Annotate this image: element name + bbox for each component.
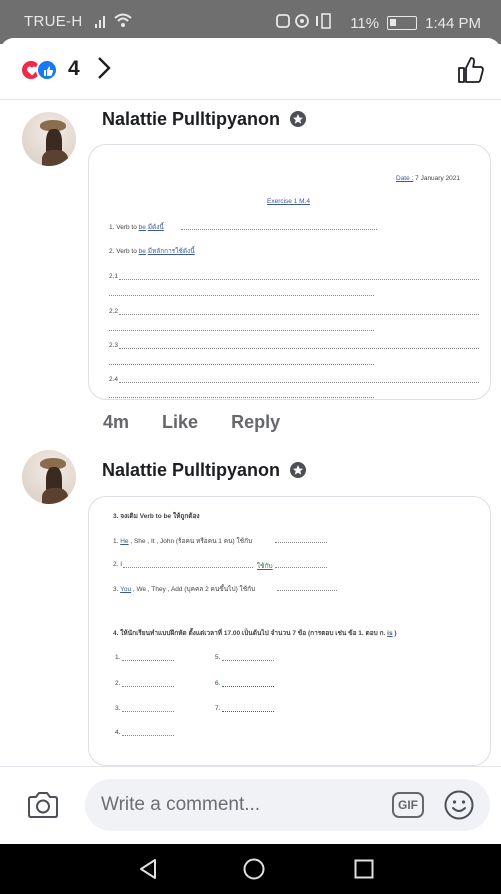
attached-image[interactable]: Date : 7 January 2021 Exercise 1 M.4 1. … <box>88 144 491 400</box>
reactions-summary[interactable] <box>20 59 64 81</box>
doc-n6: 6. <box>215 680 221 687</box>
doc-item-2: 2. Verb to be มีหลักการใช้ดังนี้ <box>109 248 195 255</box>
doc-n1: 1. <box>115 654 121 661</box>
attached-image[interactable]: 3. จงเติม Verb to be ให้ถูกต้อง 1. He , … <box>88 496 491 766</box>
top-fan-badge-icon <box>289 110 307 133</box>
doc-heading: Exercise 1 M.4 <box>267 198 310 205</box>
doc-q3-line-2-b: ใช้กับ <box>257 563 273 570</box>
comment-input[interactable] <box>85 779 490 831</box>
battery-percent: 11% <box>350 14 380 32</box>
signal-wifi-icon <box>95 12 135 33</box>
doc-q3-line-2: 2. I <box>113 561 123 568</box>
home-icon[interactable] <box>242 857 266 881</box>
doc-q3-title: 3. จงเติม Verb to be ให้ถูกต้อง <box>113 513 200 520</box>
camera-icon <box>28 792 58 818</box>
doc-n2: 2. <box>115 680 121 687</box>
doc-sub-1: 2.1 <box>109 273 119 280</box>
status-right: 11% 1:44 PM <box>276 13 481 33</box>
status-icons <box>276 13 342 33</box>
doc-date: Date : 7 January 2021 <box>396 175 460 182</box>
chevron-right-icon[interactable] <box>96 55 112 88</box>
author-name[interactable]: Nalattie Pulltipyanon <box>102 460 280 480</box>
clock: 1:44 PM <box>425 14 481 32</box>
camera-button[interactable] <box>26 788 60 822</box>
doc-q4-title: 4. ให้นักเรียนทำแบบฝึกหัด ตั้งแต่เวลาที่… <box>113 630 397 637</box>
avatar[interactable] <box>22 450 76 504</box>
doc-sub-2: 2.2 <box>109 308 119 315</box>
back-icon[interactable] <box>136 857 160 881</box>
doc-n7: 7. <box>215 705 221 712</box>
doc-sub-3: 2.3 <box>109 342 119 349</box>
comments-sheet: 4 Nalattie Pulltipyanon Date : 7 January… <box>0 38 501 844</box>
emoji-button[interactable] <box>443 789 475 821</box>
like-post-button[interactable] <box>455 54 487 86</box>
gif-button[interactable]: GIF <box>392 792 424 818</box>
avatar[interactable] <box>22 112 76 166</box>
thumbs-up-icon <box>458 57 484 83</box>
smiley-icon <box>444 790 474 820</box>
worksheet-page: Date : 7 January 2021 Exercise 1 M.4 1. … <box>89 145 490 399</box>
like-comment-button[interactable]: Like <box>162 412 198 432</box>
doc-q3-line-3: 3. You , We , They , Add (บุคคล 2 คนขึ้น… <box>113 586 256 593</box>
top-fan-badge-icon <box>289 461 307 484</box>
comment-author[interactable]: Nalattie Pulltipyanon <box>102 109 307 133</box>
system-nav-bar <box>0 844 501 894</box>
reactions-header: 4 <box>0 38 501 100</box>
like-reaction-icon <box>36 59 58 81</box>
worksheet-page: 3. จงเติม Verb to be ให้ถูกต้อง 1. He , … <box>89 497 490 765</box>
doc-sub-4: 2.4 <box>109 376 119 383</box>
comment-composer: GIF <box>0 766 501 844</box>
author-name[interactable]: Nalattie Pulltipyanon <box>102 109 280 129</box>
reply-button[interactable]: Reply <box>231 412 280 432</box>
comment-time: 4m <box>103 412 130 432</box>
battery-icon <box>387 16 418 30</box>
carrier-name: TRUE-H <box>24 13 83 30</box>
doc-n4: 4. <box>115 729 121 736</box>
comment-actions: 4m Like Reply <box>103 412 308 433</box>
doc-q3-line-1: 1. He , She , It , John (ร้อคน หรือคน 1 … <box>113 538 253 545</box>
doc-n3: 3. <box>115 705 121 712</box>
comment-author[interactable]: Nalattie Pulltipyanon <box>102 460 307 484</box>
recents-icon[interactable] <box>352 857 376 881</box>
doc-item-1: 1. Verb to be มีดังนี้ <box>109 224 164 231</box>
reaction-count[interactable]: 4 <box>68 57 80 81</box>
doc-n5: 5. <box>215 654 221 661</box>
